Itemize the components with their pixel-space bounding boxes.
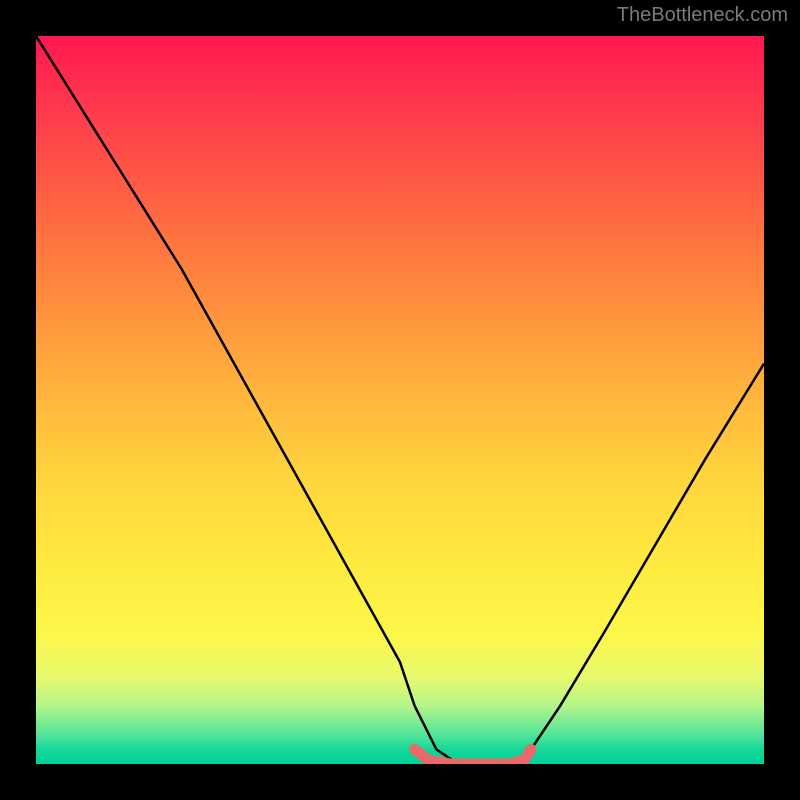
chart-svg — [36, 36, 764, 764]
chart-plot-area — [36, 36, 764, 764]
watermark-text: TheBottleneck.com — [617, 4, 788, 27]
optimal-range-marker-path — [415, 749, 531, 764]
bottleneck-curve-path — [36, 36, 764, 764]
